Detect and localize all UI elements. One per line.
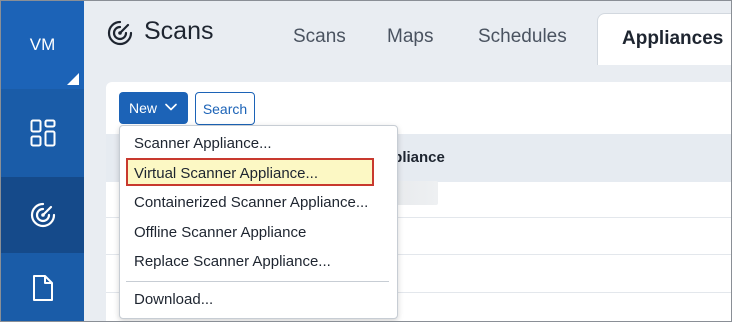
new-dropdown-menu: Scanner Appliance... Virtual Scanner App…	[119, 125, 398, 319]
menu-item-containerized-scanner-appliance[interactable]: Containerized Scanner Appliance...	[134, 194, 368, 211]
rail-item-scans[interactable]	[1, 177, 84, 253]
app-window: VM Scans Scans Maps Schedules Appliances…	[0, 0, 732, 322]
menu-item-virtual-scanner-appliance[interactable]: Virtual Scanner Appliance...	[134, 165, 318, 182]
left-nav-rail: VM	[1, 1, 84, 321]
corner-triangle-icon	[67, 73, 79, 85]
menu-item-download[interactable]: Download...	[134, 291, 213, 308]
rail-item-reports[interactable]	[1, 253, 84, 321]
tab-appliances[interactable]: Appliances	[597, 13, 731, 67]
new-button-label: New	[129, 100, 158, 116]
menu-item-replace-scanner-appliance[interactable]: Replace Scanner Appliance...	[134, 253, 331, 270]
new-button[interactable]: New	[119, 92, 188, 124]
scans-radar-icon	[30, 202, 55, 228]
page-title: Scans	[144, 17, 214, 45]
app-label: VM	[29, 35, 56, 54]
app-switcher[interactable]: VM	[1, 1, 84, 89]
page-header: Scans Scans Maps Schedules Appliances	[84, 1, 731, 67]
tab-scans[interactable]: Scans	[293, 26, 346, 48]
menu-item-scanner-appliance[interactable]: Scanner Appliance...	[134, 135, 272, 152]
tab-maps[interactable]: Maps	[387, 26, 433, 48]
dashboard-icon	[30, 119, 55, 147]
search-button[interactable]: Search	[195, 92, 255, 125]
rail-item-dashboard[interactable]	[1, 89, 84, 177]
chevron-down-icon	[165, 103, 177, 111]
menu-item-offline-scanner-appliance[interactable]: Offline Scanner Appliance	[134, 224, 306, 241]
search-button-label: Search	[202, 100, 248, 117]
tab-appliances-label: Appliances	[622, 28, 724, 49]
document-icon	[32, 275, 53, 301]
menu-divider	[126, 281, 389, 282]
scans-title-icon	[107, 20, 133, 46]
tab-schedules[interactable]: Schedules	[478, 26, 567, 48]
